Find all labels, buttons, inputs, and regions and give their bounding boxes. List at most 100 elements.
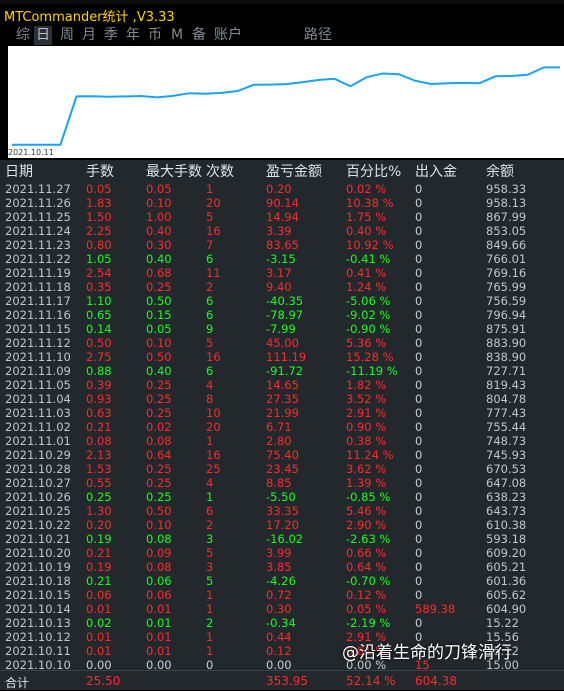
table-row[interactable]: 2021.11.17 1.10 0.50 6 -40.35 -5.06 % 0 756.59: [0, 294, 564, 308]
cell-max_lots: 0.01: [146, 602, 172, 616]
table-row[interactable]: 2021.10.18 0.21 0.06 5 -4.26 -0.70 % 0 601.36: [0, 574, 564, 588]
cell-count: 6: [206, 252, 214, 266]
table-row[interactable]: 2021.10.19 0.19 0.08 3 3.85 0.64 % 0 605.21: [0, 560, 564, 574]
table-row[interactable]: 2021.11.05 0.39 0.25 4 14.65 1.82 % 0 819.43: [0, 378, 564, 392]
cell-lots: 0.63: [86, 406, 112, 420]
column-header-0[interactable]: 日期: [5, 161, 33, 181]
table-row[interactable]: 2021.11.03 0.63 0.25 10 21.99 2.91 % 0 777.43: [0, 406, 564, 420]
cell-pnl: -4.26: [266, 574, 296, 588]
tab-7[interactable]: M: [168, 26, 186, 45]
cell-lots: 0.20: [86, 518, 112, 532]
cell-count: 5: [206, 336, 214, 350]
cell-date: 2021.10.26: [5, 490, 71, 504]
cell-flow: 589.38: [415, 602, 456, 616]
table-row[interactable]: 2021.11.18 0.35 0.25 2 9.40 1.24 % 0 765.99: [0, 280, 564, 294]
cell-balance: 727.71: [486, 364, 527, 378]
cell-max_lots: 0.30: [146, 238, 172, 252]
table-row[interactable]: 2021.11.19 2.54 0.68 11 3.17 0.41 % 0 769.16: [0, 266, 564, 280]
tab-1[interactable]: 日: [34, 26, 52, 45]
column-header-6[interactable]: 出入金: [415, 161, 457, 181]
cell-date: 2021.11.16: [5, 308, 71, 322]
table-total-row: 合计 25.50 353.95 52.14 % 604.38: [0, 670, 564, 691]
cell-count: 1: [206, 644, 214, 658]
table-row[interactable]: 2021.10.28 1.53 0.25 25 23.45 3.62 % 0 670.53: [0, 462, 564, 476]
cell-count: 6: [206, 294, 214, 308]
table-row[interactable]: 2021.11.09 0.88 0.40 6 -91.72 -11.19 % 0 727.71: [0, 364, 564, 378]
cell-pnl: 9.40: [266, 280, 292, 294]
cell-pct: 0.90 %: [346, 420, 387, 434]
balance-line: [12, 66, 560, 146]
cell-max_lots: 0.40: [146, 224, 172, 238]
cell-date: 2021.11.15: [5, 322, 71, 336]
table-row[interactable]: 2021.10.14 0.01 0.01 1 0.30 0.05 % 589.38 604.9…: [0, 602, 564, 616]
cell-lots: 0.55: [86, 476, 112, 490]
table-row[interactable]: 2021.10.13 0.02 0.01 2 -0.34 -2.19 % 0 15.22: [0, 616, 564, 630]
cell-pnl: -3.15: [266, 252, 296, 266]
cell-max_lots: 0.02: [146, 420, 172, 434]
cell-pct: 3.62 %: [346, 462, 387, 476]
cell-balance: 748.73: [486, 434, 527, 448]
cell-balance: 777.43: [486, 406, 527, 420]
cell-count: 16: [206, 350, 221, 364]
column-header-7[interactable]: 余额: [486, 161, 514, 181]
cell-lots: 0.01: [86, 602, 112, 616]
cell-flow: 0: [415, 224, 423, 238]
column-header-4[interactable]: 盈亏金额: [266, 161, 322, 181]
cell-flow: 0: [415, 616, 423, 630]
cell-count: 1: [206, 630, 214, 644]
cell-date: 2021.10.11: [5, 644, 71, 658]
cell-count: 1: [206, 434, 214, 448]
table-row[interactable]: 2021.11.04 0.93 0.25 8 27.35 3.52 % 0 804.78: [0, 392, 564, 406]
tab-10[interactable]: 路径: [302, 26, 334, 45]
table-row[interactable]: 2021.10.27 0.55 0.25 4 8.85 1.39 % 0 647.08: [0, 476, 564, 490]
cell-balance: 875.91: [486, 322, 527, 336]
table-row[interactable]: 2021.11.25 1.50 1.00 5 14.94 1.75 % 0 867.99: [0, 210, 564, 224]
table-row[interactable]: 2021.10.15 0.06 0.06 1 0.72 0.12 % 0 605.62: [0, 588, 564, 602]
table-row[interactable]: 2021.10.29 2.13 0.64 16 75.40 11.24 % 0 745.93: [0, 448, 564, 462]
tab-6[interactable]: 币: [146, 26, 164, 45]
cell-pct: -5.06 %: [346, 294, 391, 308]
tab-9[interactable]: 账户: [212, 26, 244, 45]
column-header-3[interactable]: 次数: [206, 161, 234, 181]
cell-pct: 10.92 %: [346, 238, 394, 252]
tab-0[interactable]: 综: [14, 26, 32, 45]
tab-5[interactable]: 年: [124, 26, 142, 45]
table-row[interactable]: 2021.10.22 0.20 0.10 2 17.20 2.90 % 0 610.38: [0, 518, 564, 532]
table-row[interactable]: 2021.11.15 0.14 0.05 9 -7.99 -0.90 % 0 875.91: [0, 322, 564, 336]
table-row[interactable]: 2021.10.21 0.19 0.08 3 -16.02 -2.63 % 0 593.18: [0, 532, 564, 546]
cell-count: 10: [206, 406, 221, 420]
table-row[interactable]: 2021.11.23 0.80 0.30 7 83.65 10.92 % 0 849.66: [0, 238, 564, 252]
tab-2[interactable]: 周: [58, 26, 76, 45]
table-row[interactable]: 2021.11.27 0.05 0.05 1 0.20 0.02 % 0 958.33: [0, 182, 564, 196]
cell-pct: 5.46 %: [346, 504, 387, 518]
table-row[interactable]: 2021.11.26 1.83 0.10 20 90.14 10.38 % 0 958.13: [0, 196, 564, 210]
daily-stats-table: 日期 手数 最大手数 次数 盈亏金额 百分比% 出入金 余额 2021.11.27 0.05 0.…: [0, 160, 564, 690]
table-row[interactable]: 2021.11.16 0.65 0.15 6 -78.97 -9.02 % 0 796.94: [0, 308, 564, 322]
table-row[interactable]: 2021.11.24 2.25 0.40 16 3.39 0.40 % 0 853.05: [0, 224, 564, 238]
table-row[interactable]: 2021.11.01 0.08 0.08 1 2.80 0.38 % 0 748.73: [0, 434, 564, 448]
cell-pnl: 0.72: [266, 588, 292, 602]
tab-3[interactable]: 月: [80, 26, 98, 45]
column-header-1[interactable]: 手数: [86, 161, 114, 181]
tab-8[interactable]: 备: [190, 26, 208, 45]
cell-balance: 609.20: [486, 546, 527, 560]
cell-lots: 2.54: [86, 266, 112, 280]
cell-date: 2021.10.19: [5, 560, 71, 574]
cell-date: 2021.11.23: [5, 238, 71, 252]
table-row[interactable]: 2021.10.20 0.21 0.09 5 3.99 0.66 % 0 609.20: [0, 546, 564, 560]
table-row[interactable]: 2021.11.12 0.50 0.10 5 45.00 5.36 % 0 883.90: [0, 336, 564, 350]
tab-4[interactable]: 季: [102, 26, 120, 45]
table-row[interactable]: 2021.11.02 0.21 0.02 20 6.71 0.90 % 0 755.44: [0, 420, 564, 434]
column-header-5[interactable]: 百分比%: [346, 161, 401, 181]
cell-balance: 745.93: [486, 448, 527, 462]
table-row[interactable]: 2021.11.22 1.05 0.40 6 -3.15 -0.41 % 0 766.01: [0, 252, 564, 266]
cell-date: 2021.11.04: [5, 392, 71, 406]
table-row[interactable]: 2021.10.26 0.25 0.25 1 -5.50 -0.85 % 0 638.23: [0, 490, 564, 504]
column-header-2[interactable]: 最大手数: [146, 161, 202, 181]
cell-max_lots: 0.25: [146, 378, 172, 392]
table-row[interactable]: 2021.10.25 1.30 0.50 6 33.35 5.46 % 0 643.73: [0, 504, 564, 518]
cell-flow: 0: [415, 252, 423, 266]
cell-flow: 0: [415, 462, 423, 476]
table-row[interactable]: 2021.11.10 2.75 0.50 16 111.19 15.28 % 0 838.90: [0, 350, 564, 364]
cell-count: 7: [206, 238, 214, 252]
